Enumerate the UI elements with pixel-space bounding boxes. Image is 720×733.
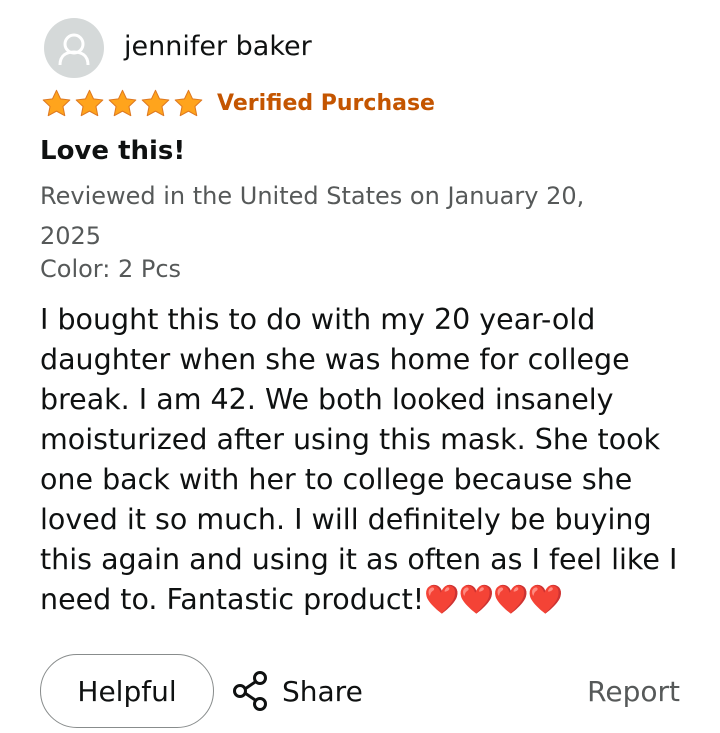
review-body-text: I bought this to do with my 20 year-old …	[40, 303, 678, 616]
helpful-button[interactable]: Helpful	[40, 654, 214, 728]
star-rating[interactable]	[40, 88, 205, 119]
review-date: Reviewed in the United States on January…	[40, 182, 585, 250]
reviewer-avatar	[44, 18, 104, 78]
star-icon	[108, 89, 137, 117]
star-icon	[141, 89, 170, 117]
rating-row: Verified Purchase	[40, 88, 435, 119]
share-button-label: Share	[282, 674, 363, 708]
share-icon	[233, 671, 267, 711]
user-avatar-icon	[58, 33, 90, 65]
report-link[interactable]: Report	[587, 654, 680, 728]
reviewer-header: jennifer baker	[44, 18, 312, 78]
reviewer-name[interactable]: jennifer baker	[124, 31, 312, 62]
verified-purchase-badge: Verified Purchase	[217, 91, 435, 116]
heart-emoji-icons: ❤️❤️❤️❤️	[424, 583, 563, 616]
share-button[interactable]: Share	[230, 654, 363, 728]
review-variant: Color: 2 Pcs	[40, 255, 182, 283]
star-icon	[75, 89, 104, 117]
review-body: I bought this to do with my 20 year-old …	[40, 300, 680, 620]
star-icon	[174, 89, 203, 117]
review-actions: Helpful Share Report	[40, 654, 680, 730]
star-icon	[42, 89, 71, 117]
helpful-button-label: Helpful	[77, 674, 177, 708]
review-title: Love this!	[40, 136, 186, 166]
